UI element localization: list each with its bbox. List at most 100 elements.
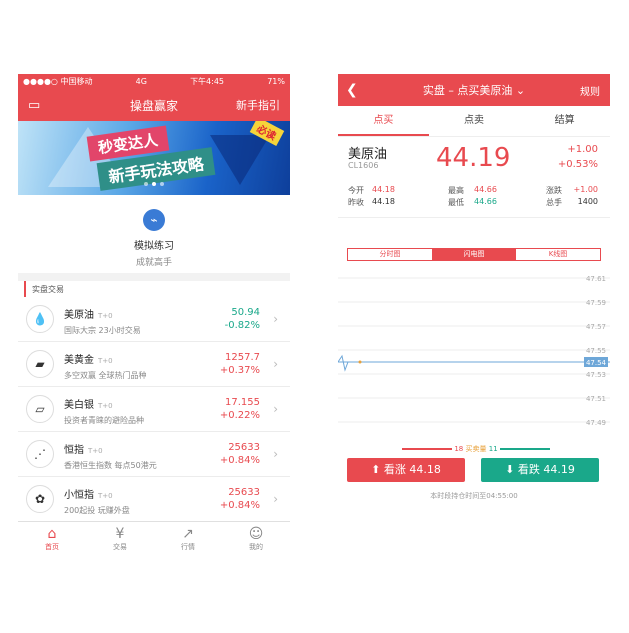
section-title: 实盘交易 bbox=[24, 281, 290, 297]
tab-home[interactable]: ⌂ 首页 bbox=[18, 522, 86, 560]
item-desc: 香港恒生指数 每点50港元 bbox=[64, 460, 157, 470]
rules-link[interactable]: 规则 bbox=[580, 83, 600, 98]
buy-volume: 18 bbox=[454, 445, 464, 453]
rise-value: +1.00 bbox=[573, 185, 598, 194]
list-item[interactable]: ✿ 小恒指 T+0 200起投 玩赚外盘 25633 +0.84% › bbox=[18, 477, 290, 522]
buy-ratio-bar bbox=[402, 448, 453, 450]
item-values: 25633 +0.84% bbox=[220, 442, 260, 466]
item-desc: 多空双赢 全球热门品种 bbox=[64, 370, 147, 380]
tab-label: 我的 bbox=[249, 543, 263, 551]
page-title[interactable]: 实盘 – 点买美原油 ⌄ bbox=[338, 82, 610, 98]
buy-up-button[interactable]: ⬆ 看涨 44.18 bbox=[347, 458, 465, 482]
chart-tab-2[interactable]: K线图 bbox=[516, 249, 600, 260]
flash-chart-svg: 47.61 47.59 47.57 47.55 47.54 47.53 47.51 47.49 bbox=[338, 275, 610, 427]
open-label: 今开 bbox=[348, 186, 364, 195]
sell-down-button[interactable]: ⬇ 看跌 44.19 bbox=[481, 458, 599, 482]
item-price: 25633 bbox=[228, 442, 260, 453]
pager-dot[interactable] bbox=[144, 182, 148, 186]
beginner-guide-link[interactable]: 新手指引 bbox=[236, 97, 280, 113]
open-value: 44.18 bbox=[372, 185, 395, 194]
nav-bar: ▭ 操盘赢家 新手指引 bbox=[18, 89, 290, 121]
sell-ratio-bar bbox=[499, 448, 550, 450]
item-name: 美原油 bbox=[64, 309, 94, 321]
price-change: +1.00 bbox=[567, 144, 598, 155]
tab-profile[interactable]: ☺ 我的 bbox=[222, 522, 290, 560]
item-name: 美白银 bbox=[64, 399, 94, 411]
simulate-title: 模拟练习 bbox=[134, 241, 174, 252]
silver-bar-icon: ▱ bbox=[26, 395, 54, 423]
home-icon: ⌂ bbox=[47, 526, 57, 542]
item-desc: 200起投 玩赚外盘 bbox=[64, 505, 130, 515]
chevron-down-icon: ⌄ bbox=[515, 84, 526, 97]
list-item[interactable]: 💧 美原油 T+0 国际大宗 23小时交易 50.94 -0.82% › bbox=[18, 297, 290, 342]
bottom-tab-bar: ⌂ 首页 ¥ 交易 ↗ 行情 ☺ 我的 bbox=[18, 521, 290, 560]
buy-up-label: 看涨 44.18 bbox=[383, 463, 441, 476]
prev-close-label: 昨收 bbox=[348, 198, 364, 207]
network-label: 4G bbox=[135, 77, 147, 86]
simulate-subtitle: 成就高手 bbox=[135, 258, 172, 268]
list-item[interactable]: ⋰ 恒指 T+0 香港恒生指数 每点50港元 25633 +0.84% › bbox=[18, 432, 290, 477]
time-label: 下午4:45 bbox=[190, 77, 225, 86]
banner-pager[interactable] bbox=[18, 171, 290, 190]
item-price: 17.155 bbox=[225, 397, 260, 408]
chart-icon: ⌁ bbox=[143, 209, 165, 231]
tab-market[interactable]: ↗ 行情 bbox=[154, 522, 222, 560]
latest-tick-point bbox=[358, 360, 362, 364]
item-name: 美黄金 bbox=[64, 354, 94, 366]
last-price: 44.19 bbox=[436, 143, 511, 173]
pager-dot[interactable] bbox=[160, 182, 164, 186]
product-list: 💧 美原油 T+0 国际大宗 23小时交易 50.94 -0.82% › ▰ 美黄金… bbox=[18, 297, 290, 522]
market-icon: ↗ bbox=[182, 526, 194, 542]
chart-tab-0[interactable]: 分时图 bbox=[348, 249, 432, 260]
item-name: 小恒指 bbox=[64, 489, 94, 501]
sell-down-label: 看跌 44.19 bbox=[517, 463, 575, 476]
high-value: 44.66 bbox=[474, 185, 497, 194]
item-values: 1257.7 +0.37% bbox=[220, 352, 260, 376]
item-type: T+0 bbox=[98, 401, 113, 410]
quote-panel: 美原油 CL1606 44.19 +1.00 +0.53% 今开 44.18 昨… bbox=[338, 137, 610, 218]
chevron-right-icon: › bbox=[273, 402, 278, 416]
chevron-right-icon: › bbox=[273, 492, 278, 506]
chart-tab-1[interactable]: 闪电图 bbox=[432, 249, 516, 260]
item-price: 1257.7 bbox=[225, 352, 260, 363]
volume-ratio: 18 买卖量 11 bbox=[384, 444, 568, 454]
price-level-label: 47.54 bbox=[586, 359, 607, 367]
list-item[interactable]: ▱ 美白银 T+0 投资者青睐的避险品种 17.155 +0.22% › bbox=[18, 387, 290, 432]
status-bar: ●●●●○ 中国移动 4G 下午4:45 71% bbox=[18, 74, 290, 89]
chevron-right-icon: › bbox=[273, 312, 278, 326]
simulate-practice-card[interactable]: ⌁ 模拟练习 成就高手 bbox=[18, 195, 290, 273]
price-level-label: 47.49 bbox=[586, 419, 606, 427]
item-change: +0.84% bbox=[219, 455, 260, 466]
trade-icon: ¥ bbox=[115, 526, 125, 542]
flash-chart: 47.61 47.59 47.57 47.55 47.54 47.53 47.51 47.49 bbox=[338, 266, 610, 436]
item-change: +0.84% bbox=[219, 500, 260, 511]
promo-banner[interactable]: 秒变达人 新手玩法攻略 必读 bbox=[18, 121, 290, 195]
price-level-label: 47.57 bbox=[586, 323, 606, 331]
ratio-label: 买卖量 bbox=[465, 445, 487, 453]
item-text: 美白银 T+0 投资者青睐的避险品种 bbox=[64, 393, 144, 426]
prev-close-value: 44.18 bbox=[372, 197, 395, 206]
pager-dot[interactable] bbox=[152, 182, 156, 186]
price-tick-line bbox=[338, 354, 360, 372]
oil-drop-icon: 💧 bbox=[26, 305, 54, 333]
item-price: 25633 bbox=[228, 487, 260, 498]
instrument-code: CL1606 bbox=[348, 161, 379, 170]
title-text: 实盘 – 点买美原油 bbox=[422, 84, 513, 97]
tab-trade[interactable]: ¥ 交易 bbox=[86, 522, 154, 560]
holding-time-note: 本时段持仓时间至04:55:00 bbox=[430, 492, 518, 500]
tab-trade-1[interactable]: 点卖 bbox=[429, 106, 520, 136]
price-change-pct: +0.53% bbox=[557, 159, 598, 170]
trade-screen: ❮ 实盘 – 点买美原油 ⌄ 规则 点买 点卖 结算 美原油 CL1606 44.1… bbox=[338, 74, 610, 504]
price-level-label: 47.55 bbox=[586, 347, 606, 355]
arrow-down-icon: ⬇ bbox=[505, 463, 515, 476]
price-level-label: 47.59 bbox=[586, 299, 606, 307]
tab-trade-0[interactable]: 点买 bbox=[338, 106, 429, 136]
item-values: 25633 +0.84% bbox=[220, 487, 260, 511]
live-trading-section: 实盘交易 💧 美原油 T+0 国际大宗 23小时交易 50.94 -0.82% ›… bbox=[18, 281, 290, 522]
tab-trade-2[interactable]: 结算 bbox=[519, 106, 610, 136]
item-desc: 国际大宗 23小时交易 bbox=[64, 325, 141, 335]
item-text: 恒指 T+0 香港恒生指数 每点50港元 bbox=[64, 438, 157, 471]
list-item[interactable]: ▰ 美黄金 T+0 多空双赢 全球热门品种 1257.7 +0.37% › bbox=[18, 342, 290, 387]
price-level-label: 47.61 bbox=[586, 275, 606, 283]
item-type: T+0 bbox=[88, 446, 103, 455]
